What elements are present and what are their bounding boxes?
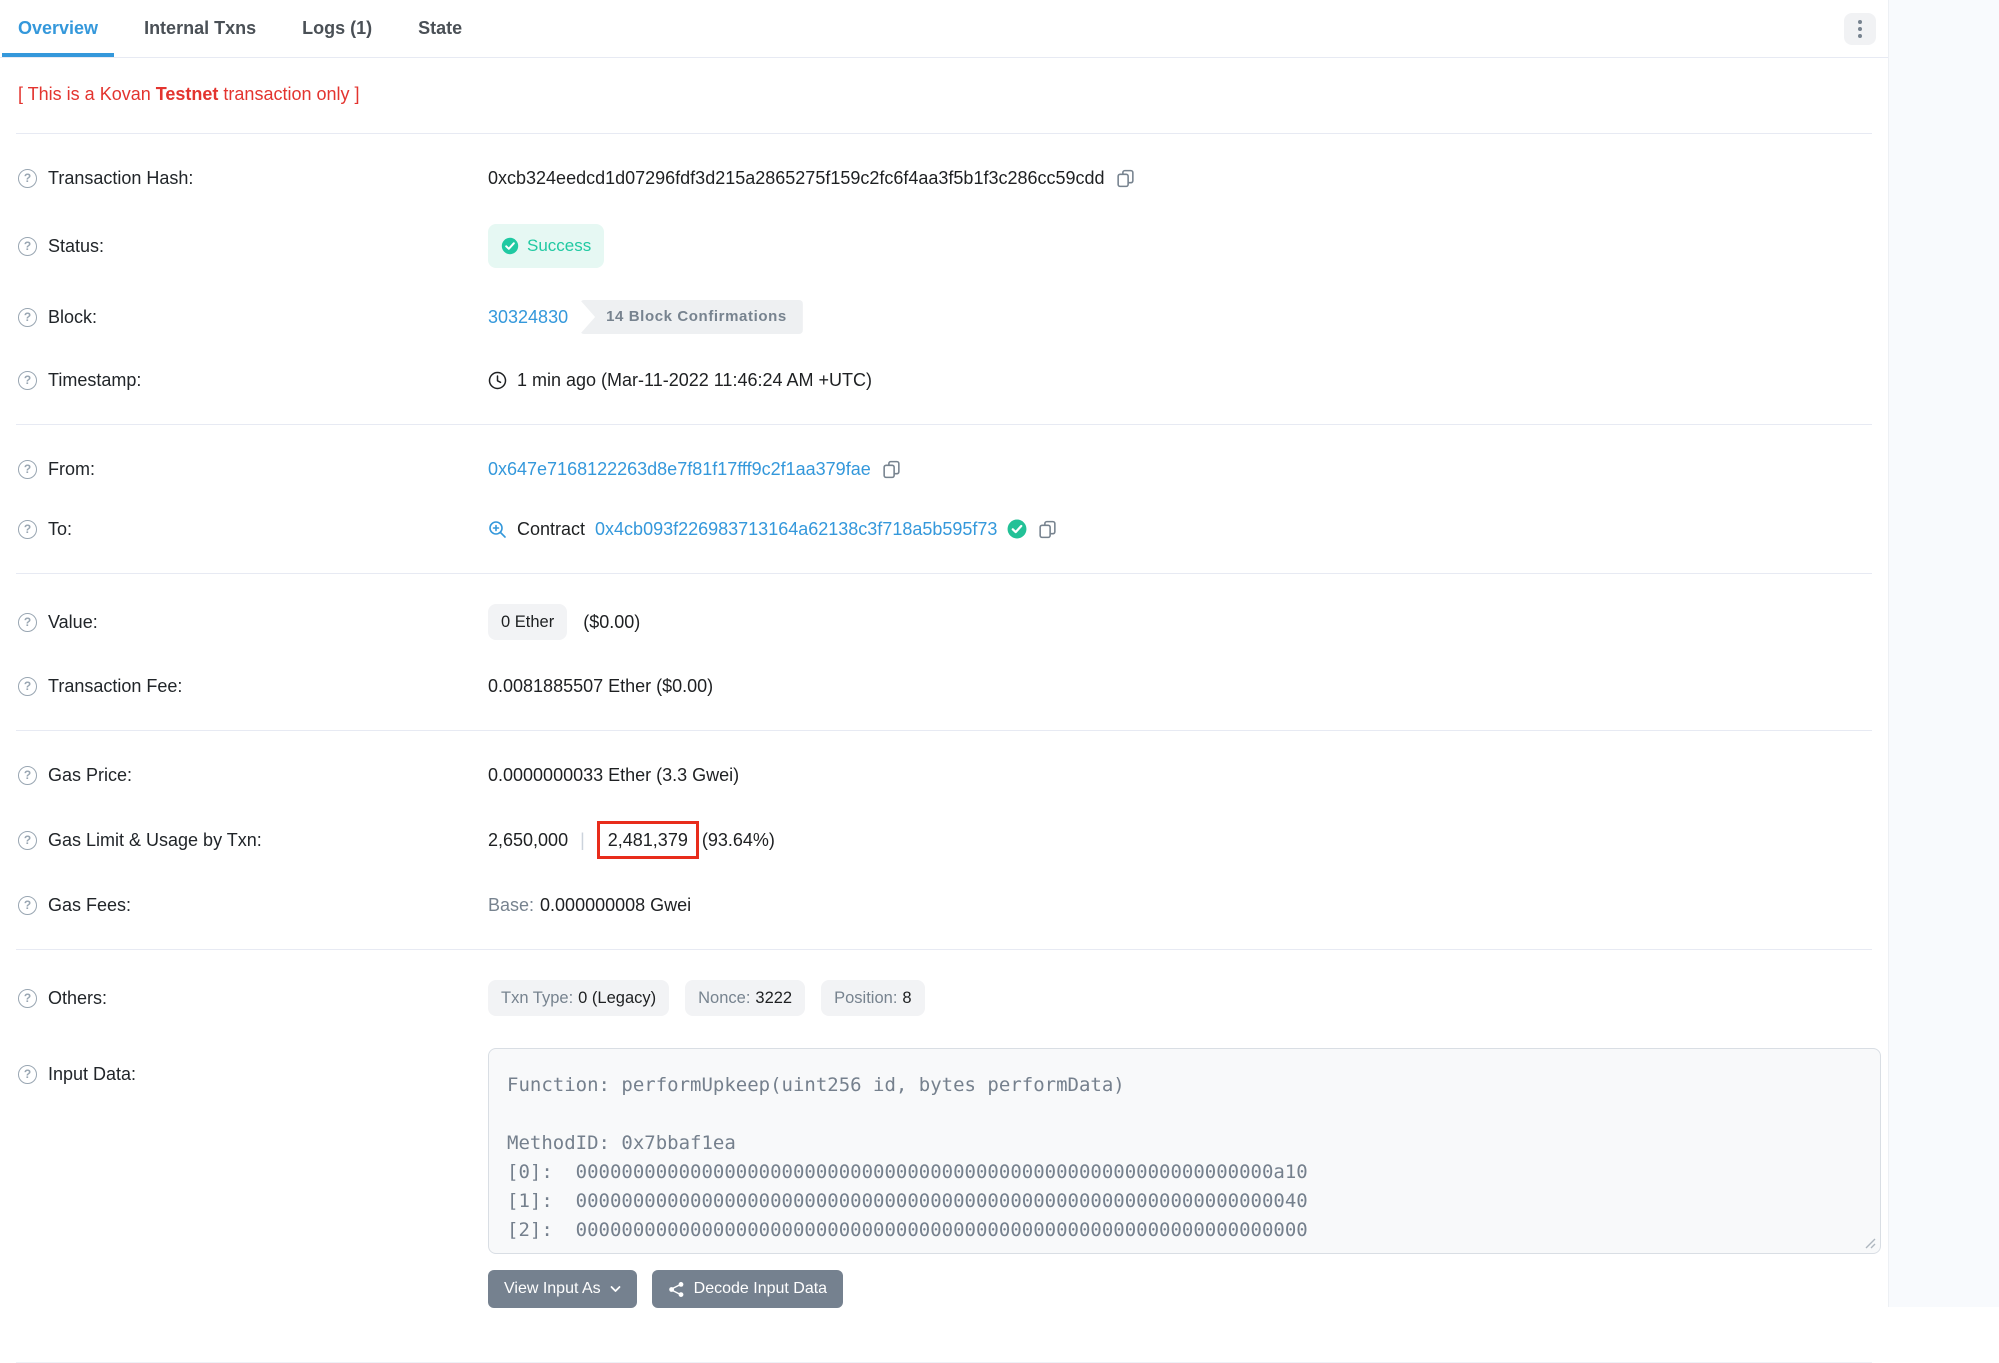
help-icon[interactable]: ? — [18, 613, 37, 632]
row-label: Block: — [48, 303, 97, 331]
row-label: Status: — [48, 232, 104, 260]
input-data-actions: View Input As Decode Input Data — [488, 1270, 1881, 1308]
row-timestamp: ? Timestamp: 1 min ago (Mar-11-2022 11:4… — [0, 350, 1888, 410]
decode-input-data-button[interactable]: Decode Input Data — [652, 1270, 843, 1308]
row-others: ? Others: Txn Type:0 (Legacy) Nonce:3222… — [0, 964, 1888, 1032]
row-gas-price: ? Gas Price: 0.0000000033 Ether (3.3 Gwe… — [0, 745, 1888, 805]
more-options-button[interactable] — [1844, 13, 1876, 45]
row-label: To: — [48, 515, 72, 543]
help-icon[interactable]: ? — [18, 520, 37, 539]
help-icon[interactable]: ? — [18, 460, 37, 479]
group-addresses: ? From: 0x647e7168122263d8e7f81f17fff9c2… — [0, 425, 1888, 573]
page-background-strip — [1888, 0, 1999, 1307]
tab-overview[interactable]: Overview — [2, 0, 114, 57]
row-to: ? To: Contract 0x4cb093f226983713164a621… — [0, 499, 1888, 559]
row-label: Gas Price: — [48, 761, 132, 789]
clock-icon — [488, 371, 507, 390]
help-icon[interactable]: ? — [18, 989, 37, 1008]
row-input-data: ? Input Data: Function: performUpkeep(ui… — [0, 1032, 1888, 1324]
transaction-fee-value: 0.0081885507 Ether ($0.00) — [488, 672, 713, 700]
copy-icon — [1115, 168, 1136, 189]
resize-handle[interactable] — [1865, 1238, 1876, 1249]
row-gas-fees: ? Gas Fees: Base: 0.000000008 Gwei — [0, 875, 1888, 935]
row-block: ? Block: 30324830 14 Block Confirmations — [0, 284, 1888, 350]
row-from: ? From: 0x647e7168122263d8e7f81f17fff9c2… — [0, 439, 1888, 499]
gas-price-value: 0.0000000033 Ether (3.3 Gwei) — [488, 761, 739, 789]
gas-limit-value: 2,650,000 — [488, 826, 568, 854]
row-label: Transaction Hash: — [48, 164, 193, 192]
nonce-badge: Nonce:3222 — [685, 980, 805, 1016]
help-icon[interactable]: ? — [18, 308, 37, 327]
separator: | — [580, 826, 585, 854]
group-others-input: ? Others: Txn Type:0 (Legacy) Nonce:3222… — [0, 950, 1888, 1338]
tab-bar: Overview Internal Txns Logs (1) State — [0, 0, 1888, 58]
row-label: Value: — [48, 608, 98, 636]
row-status: ? Status: Success — [0, 208, 1888, 284]
row-gas-limit-usage: ? Gas Limit & Usage by Txn: 2,650,000 | … — [0, 805, 1888, 875]
group-value: ? Value: 0 Ether ($0.00) ? Transaction F… — [0, 574, 1888, 730]
tab-state[interactable]: State — [402, 0, 478, 57]
base-fee-value: 0.000000008 Gwei — [540, 891, 691, 919]
gas-used-percent: (93.64%) — [702, 826, 775, 854]
verified-check-icon — [1007, 519, 1027, 539]
copy-icon — [881, 459, 902, 480]
help-icon[interactable]: ? — [18, 677, 37, 696]
help-icon[interactable]: ? — [18, 766, 37, 785]
timestamp-value: 1 min ago (Mar-11-2022 11:46:24 AM +UTC) — [517, 366, 872, 394]
block-number-link[interactable]: 30324830 — [488, 303, 568, 331]
view-input-as-button[interactable]: View Input As — [488, 1270, 637, 1308]
status-badge: Success — [488, 224, 604, 268]
kebab-menu-icon — [1858, 20, 1862, 24]
help-icon[interactable]: ? — [18, 371, 37, 390]
help-icon[interactable]: ? — [18, 831, 37, 850]
to-contract-label: Contract — [517, 515, 585, 543]
group-summary: ? Transaction Hash: 0xcb324eedcd1d07296f… — [0, 134, 1888, 424]
copy-hash-button[interactable] — [1115, 168, 1136, 189]
from-address-link[interactable]: 0x647e7168122263d8e7f81f17fff9c2f1aa379f… — [488, 455, 871, 483]
to-address-link[interactable]: 0x4cb093f226983713164a62138c3f718a5b595f… — [595, 515, 997, 543]
tab-internal-txns[interactable]: Internal Txns — [128, 0, 272, 57]
row-label: Input Data: — [48, 1060, 136, 1088]
position-badge: Position:8 — [821, 980, 924, 1016]
testnet-notice: [ This is a Kovan Testnet transaction on… — [0, 58, 1888, 133]
copy-icon — [1037, 519, 1058, 540]
check-circle-icon — [501, 237, 519, 255]
row-label: Gas Fees: — [48, 891, 131, 919]
row-label: Gas Limit & Usage by Txn: — [48, 826, 262, 854]
txn-type-badge: Txn Type:0 (Legacy) — [488, 980, 669, 1016]
gas-used-value: 2,481,379 — [608, 830, 688, 850]
ether-value-badge: 0 Ether — [488, 604, 567, 640]
input-data-textarea[interactable]: Function: performUpkeep(uint256 id, byte… — [488, 1048, 1881, 1254]
input-data-text: Function: performUpkeep(uint256 id, byte… — [507, 1071, 1862, 1245]
row-label: Transaction Fee: — [48, 672, 182, 700]
decode-icon — [668, 1281, 685, 1298]
row-label: From: — [48, 455, 95, 483]
copy-from-button[interactable] — [881, 459, 902, 480]
row-transaction-hash: ? Transaction Hash: 0xcb324eedcd1d07296f… — [0, 148, 1888, 208]
chevron-down-icon — [610, 1285, 621, 1293]
copy-to-button[interactable] — [1037, 519, 1058, 540]
help-icon[interactable]: ? — [18, 237, 37, 256]
row-value: ? Value: 0 Ether ($0.00) — [0, 588, 1888, 656]
zoom-in-icon[interactable] — [488, 520, 507, 539]
help-icon[interactable]: ? — [18, 896, 37, 915]
tab-logs[interactable]: Logs (1) — [286, 0, 388, 57]
usd-value: ($0.00) — [583, 608, 640, 636]
group-gas: ? Gas Price: 0.0000000033 Ether (3.3 Gwe… — [0, 731, 1888, 949]
transaction-card: Overview Internal Txns Logs (1) State [ … — [0, 0, 1888, 1363]
block-confirmations-badge: 14 Block Confirmations — [580, 300, 803, 334]
gas-used-highlight-box: 2,481,379 — [597, 821, 699, 859]
help-icon[interactable]: ? — [18, 169, 37, 188]
help-icon[interactable]: ? — [18, 1065, 37, 1084]
row-label: Others: — [48, 984, 107, 1012]
row-transaction-fee: ? Transaction Fee: 0.0081885507 Ether ($… — [0, 656, 1888, 716]
transaction-hash-value: 0xcb324eedcd1d07296fdf3d215a2865275f159c… — [488, 164, 1105, 192]
row-label: Timestamp: — [48, 366, 141, 394]
base-fee-label: Base: — [488, 891, 534, 919]
